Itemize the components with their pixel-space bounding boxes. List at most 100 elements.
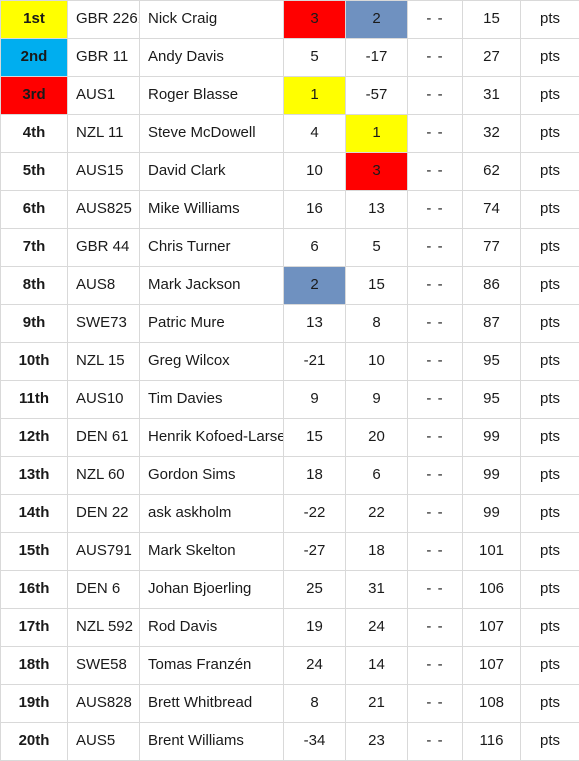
race2-score-cell: 8 — [346, 305, 408, 343]
table-row: 10thNZL 15Greg Wilcox-2110- -95pts — [1, 343, 579, 381]
skipper-name-cell: Tim Davies — [140, 381, 284, 419]
rank-cell: 9th — [1, 305, 68, 343]
race2-score-cell: 14 — [346, 647, 408, 685]
total-points-cell: 107 — [463, 609, 521, 647]
race1-score-cell: 25 — [284, 571, 346, 609]
total-points-cell: 62 — [463, 153, 521, 191]
points-unit-cell: pts — [521, 305, 579, 343]
race2-score-cell: -17 — [346, 39, 408, 77]
rank-cell: 15th — [1, 533, 68, 571]
race3-score-cell: - - — [408, 723, 463, 761]
points-unit-cell: pts — [521, 77, 579, 115]
race2-score-cell: 9 — [346, 381, 408, 419]
sail-number-cell: AUS1 — [68, 77, 140, 115]
total-points-cell: 95 — [463, 343, 521, 381]
skipper-name-cell: David Clark — [140, 153, 284, 191]
race2-score-cell: 10 — [346, 343, 408, 381]
race-results-table: 1stGBR 2261Nick Craig32- -15pts2ndGBR 11… — [0, 0, 579, 761]
total-points-cell: 106 — [463, 571, 521, 609]
skipper-name-cell: Tomas Franzén — [140, 647, 284, 685]
total-points-cell: 99 — [463, 495, 521, 533]
table-row: 13thNZL 60Gordon Sims186- -99pts — [1, 457, 579, 495]
skipper-name-cell: Brett Whitbread — [140, 685, 284, 723]
race1-score-cell: 3 — [284, 1, 346, 39]
race-results-body: 1stGBR 2261Nick Craig32- -15pts2ndGBR 11… — [1, 1, 579, 761]
rank-cell: 19th — [1, 685, 68, 723]
sail-number-cell: SWE58 — [68, 647, 140, 685]
skipper-name-cell: ask askholm — [140, 495, 284, 533]
sail-number-cell: NZL 11 — [68, 115, 140, 153]
skipper-name-cell: Johan Bjoerling — [140, 571, 284, 609]
table-row: 16thDEN 6Johan Bjoerling2531- -106pts — [1, 571, 579, 609]
skipper-name-cell: Roger Blasse — [140, 77, 284, 115]
points-unit-cell: pts — [521, 153, 579, 191]
race3-score-cell: - - — [408, 39, 463, 77]
points-unit-cell: pts — [521, 343, 579, 381]
points-unit-cell: pts — [521, 39, 579, 77]
race2-score-cell: 13 — [346, 191, 408, 229]
race2-score-cell: 3 — [346, 153, 408, 191]
race1-score-cell: 6 — [284, 229, 346, 267]
race3-score-cell: - - — [408, 419, 463, 457]
sail-number-cell: AUS10 — [68, 381, 140, 419]
race3-score-cell: - - — [408, 685, 463, 723]
points-unit-cell: pts — [521, 191, 579, 229]
sail-number-cell: NZL 592 — [68, 609, 140, 647]
table-row: 11thAUS10Tim Davies99- -95pts — [1, 381, 579, 419]
points-unit-cell: pts — [521, 1, 579, 39]
race3-score-cell: - - — [408, 533, 463, 571]
table-row: 2ndGBR 11Andy Davis5-17- -27pts — [1, 39, 579, 77]
race3-score-cell: - - — [408, 343, 463, 381]
sail-number-cell: NZL 15 — [68, 343, 140, 381]
race3-score-cell: - - — [408, 495, 463, 533]
sail-number-cell: GBR 44 — [68, 229, 140, 267]
points-unit-cell: pts — [521, 685, 579, 723]
sail-number-cell: GBR 11 — [68, 39, 140, 77]
race2-score-cell: 24 — [346, 609, 408, 647]
race1-score-cell: 16 — [284, 191, 346, 229]
table-row: 5thAUS15David Clark103- -62pts — [1, 153, 579, 191]
table-row: 8thAUS8Mark Jackson215- -86pts — [1, 267, 579, 305]
points-unit-cell: pts — [521, 457, 579, 495]
points-unit-cell: pts — [521, 267, 579, 305]
rank-cell: 2nd — [1, 39, 68, 77]
sail-number-cell: GBR 2261 — [68, 1, 140, 39]
points-unit-cell: pts — [521, 571, 579, 609]
race1-score-cell: 4 — [284, 115, 346, 153]
points-unit-cell: pts — [521, 229, 579, 267]
points-unit-cell: pts — [521, 647, 579, 685]
race3-score-cell: - - — [408, 381, 463, 419]
skipper-name-cell: Andy Davis — [140, 39, 284, 77]
skipper-name-cell: Gordon Sims — [140, 457, 284, 495]
rank-cell: 6th — [1, 191, 68, 229]
race1-score-cell: 10 — [284, 153, 346, 191]
race3-score-cell: - - — [408, 647, 463, 685]
race3-score-cell: - - — [408, 457, 463, 495]
race1-score-cell: 19 — [284, 609, 346, 647]
sail-number-cell: DEN 61 — [68, 419, 140, 457]
race3-score-cell: - - — [408, 191, 463, 229]
total-points-cell: 108 — [463, 685, 521, 723]
table-row: 4thNZL 11Steve McDowell41- -32pts — [1, 115, 579, 153]
skipper-name-cell: Brent Williams — [140, 723, 284, 761]
skipper-name-cell: Chris Turner — [140, 229, 284, 267]
sail-number-cell: DEN 6 — [68, 571, 140, 609]
race1-score-cell: 9 — [284, 381, 346, 419]
race3-score-cell: - - — [408, 305, 463, 343]
total-points-cell: 99 — [463, 457, 521, 495]
race2-score-cell: 5 — [346, 229, 408, 267]
total-points-cell: 101 — [463, 533, 521, 571]
race3-score-cell: - - — [408, 115, 463, 153]
sail-number-cell: AUS8 — [68, 267, 140, 305]
race3-score-cell: - - — [408, 267, 463, 305]
total-points-cell: 107 — [463, 647, 521, 685]
sail-number-cell: AUS825 — [68, 191, 140, 229]
skipper-name-cell: Mike Williams — [140, 191, 284, 229]
race1-score-cell: 13 — [284, 305, 346, 343]
rank-cell: 16th — [1, 571, 68, 609]
sail-number-cell: SWE73 — [68, 305, 140, 343]
total-points-cell: 116 — [463, 723, 521, 761]
sail-number-cell: AUS828 — [68, 685, 140, 723]
rank-cell: 7th — [1, 229, 68, 267]
table-row: 15thAUS791Mark Skelton-2718- -101pts — [1, 533, 579, 571]
